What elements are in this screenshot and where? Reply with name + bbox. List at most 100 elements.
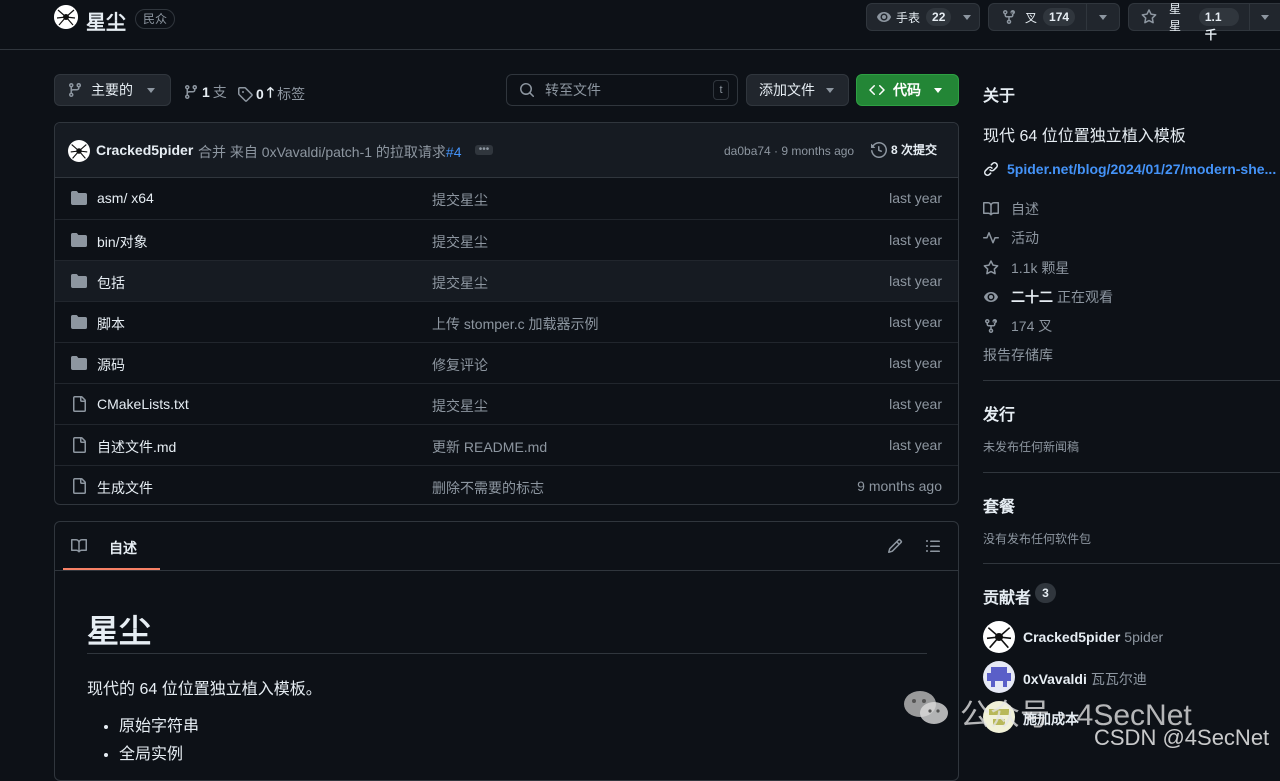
activity-link[interactable]: 活动 xyxy=(983,228,1039,248)
file-commit-message[interactable]: 提交星尘 xyxy=(432,396,488,416)
file-commit-message[interactable]: 修复评论 xyxy=(432,355,488,375)
file-commit-time: last year xyxy=(889,437,942,453)
file-row[interactable]: 包括 提交星尘 last year xyxy=(55,260,958,301)
commit-message[interactable]: 合并 来自 0xVavaldi/patch-1 的拉取请求#4 xyxy=(198,142,462,162)
file-commit-time: last year xyxy=(889,355,942,371)
file-row[interactable]: 脚本 上传 stomper.c 加载器示例 last year xyxy=(55,301,958,342)
branch-icon xyxy=(67,82,83,98)
book-icon xyxy=(71,538,87,554)
file-name[interactable]: CMakeLists.txt xyxy=(97,396,189,412)
readme-panel: 自述 星尘 现代的 64 位位置独立植入模板。 原始字符串 全局实例 xyxy=(54,521,959,781)
star-button[interactable]: 星星 1.1千 xyxy=(1128,2,1280,42)
repo-name[interactable]: 星尘 xyxy=(86,6,126,35)
chevron-down-icon xyxy=(826,87,834,93)
file-commit-message[interactable]: 提交星尘 xyxy=(432,273,488,293)
star-count: 1.1千 xyxy=(1198,8,1240,42)
avatar[interactable] xyxy=(983,621,1015,653)
file-row[interactable]: 自述文件.md 更新 README.md last year xyxy=(55,424,958,465)
file-name[interactable]: 源码 xyxy=(97,355,125,375)
commit-history-link[interactable]: 8 次提交 xyxy=(871,141,937,158)
homepage-link[interactable]: 5pider.net/blog/2024/01/27/modern-she... xyxy=(983,161,1276,177)
releases-heading[interactable]: 发行 xyxy=(983,401,1015,425)
releases-empty-text: 未发布任何新闻稿 xyxy=(983,440,1080,454)
repo-description: 现代 64 位位置独立植入模板 xyxy=(983,128,1186,145)
file-commit-time: 9 months ago xyxy=(857,478,942,494)
list-icon[interactable] xyxy=(925,538,941,554)
eye-icon xyxy=(984,292,998,302)
contributor-name[interactable]: Cracked5pider 5pider xyxy=(1023,629,1163,645)
divider xyxy=(983,472,1280,473)
file-name[interactable]: 自述文件.md xyxy=(97,437,176,457)
go-to-file-input[interactable]: 转至文件 t xyxy=(506,74,738,106)
tags-link[interactable]: 0 🡑 标签 xyxy=(237,82,305,106)
shortcut-key: t xyxy=(713,80,729,100)
contributor-name[interactable]: 0xVavaldi 瓦瓦尔迪 xyxy=(1023,669,1147,689)
file-commit-message[interactable]: 上传 stomper.c 加载器示例 xyxy=(432,314,598,334)
tags-label: 标签 xyxy=(277,86,306,102)
star-menu-button[interactable] xyxy=(1250,14,1280,20)
add-file-label: 添加文件 xyxy=(759,82,815,98)
file-commit-message[interactable]: 提交星尘 xyxy=(432,232,488,252)
code-button[interactable]: 代码 xyxy=(856,74,959,106)
file-name[interactable]: bin/对象 xyxy=(97,232,148,252)
file-commit-message[interactable]: 删除不需要的标志 xyxy=(432,478,544,498)
file-name[interactable]: 包括 xyxy=(97,273,125,293)
contributors-heading[interactable]: 贡献者 xyxy=(983,584,1031,608)
chevron-down-icon xyxy=(1261,14,1270,20)
readme-link[interactable]: 自述 xyxy=(983,199,1039,219)
wechat-icon xyxy=(904,691,948,724)
folder-icon xyxy=(71,232,87,248)
stars-link[interactable]: 1.1k 颗星 xyxy=(983,258,1069,278)
file-row[interactable]: 源码 修复评论 last year xyxy=(55,342,958,383)
readme-tabbar: 自述 xyxy=(55,522,958,571)
add-file-button[interactable]: 添加文件 xyxy=(746,74,849,106)
folder-icon xyxy=(71,355,87,371)
fork-button[interactable]: 叉 174 xyxy=(988,3,1120,31)
file-row[interactable]: asm/ x64 提交星尘 last year xyxy=(55,178,958,219)
code-label: 代码 xyxy=(893,82,921,98)
report-repo-link[interactable]: 报告存储库 xyxy=(983,345,1053,365)
fork-count: 174 xyxy=(1043,8,1076,26)
repo-owner-avatar[interactable] xyxy=(54,5,78,29)
file-commit-time: last year xyxy=(889,273,942,289)
readme-intro: 现代的 64 位位置独立植入模板。 xyxy=(87,681,322,698)
tab-readme[interactable]: 自述 xyxy=(109,538,137,558)
fork-menu-button[interactable] xyxy=(1087,14,1119,20)
file-row[interactable]: 生成文件 删除不需要的标志 9 months ago xyxy=(55,465,958,504)
branches-link[interactable]: 1 支 xyxy=(183,82,227,102)
latest-commit-bar: Cracked5pider 合并 来自 0xVavaldi/patch-1 的拉… xyxy=(55,123,958,178)
history-icon xyxy=(871,141,887,158)
file-icon xyxy=(71,437,87,453)
file-row[interactable]: bin/对象 提交星尘 last year xyxy=(55,219,958,260)
tag-icon xyxy=(237,86,253,102)
expand-commit-button[interactable]: ••• xyxy=(475,145,493,155)
file-commit-message[interactable]: 提交星尘 xyxy=(432,190,488,210)
watchers-link[interactable]: 二十二 正在观看 xyxy=(983,287,1113,307)
divider xyxy=(983,380,1280,381)
file-name[interactable]: 脚本 xyxy=(97,314,125,334)
commit-hash-time[interactable]: da0ba74 · 9 months ago xyxy=(724,144,854,158)
contributors-count: 3 xyxy=(1035,583,1056,603)
packages-heading[interactable]: 套餐 xyxy=(983,493,1015,517)
folder-icon xyxy=(71,273,87,289)
file-icon xyxy=(71,478,87,494)
branch-select-button[interactable]: 主要的 xyxy=(54,74,171,106)
link-icon xyxy=(983,161,999,177)
star-icon xyxy=(983,260,999,275)
forks-link[interactable]: 174 叉 xyxy=(983,316,1052,336)
file-row[interactable]: CMakeLists.txt 提交星尘 last year xyxy=(55,383,958,424)
author-avatar[interactable] xyxy=(68,140,90,162)
pencil-icon[interactable] xyxy=(887,538,903,554)
file-name[interactable]: asm/ x64 xyxy=(97,190,154,206)
readme-title: 星尘 xyxy=(87,613,152,649)
folder-icon xyxy=(71,190,87,206)
file-commit-message[interactable]: 更新 README.md xyxy=(432,437,547,457)
watch-count: 22 xyxy=(926,8,952,26)
book-icon xyxy=(983,201,999,216)
ellipsis-icon: ••• xyxy=(478,144,490,155)
watch-button[interactable]: 手表 22 xyxy=(866,3,980,31)
arrow-up-icon: 🡑 xyxy=(266,84,275,100)
commit-author[interactable]: Cracked5pider xyxy=(96,142,193,158)
file-name[interactable]: 生成文件 xyxy=(97,478,153,498)
file-icon xyxy=(71,396,87,412)
